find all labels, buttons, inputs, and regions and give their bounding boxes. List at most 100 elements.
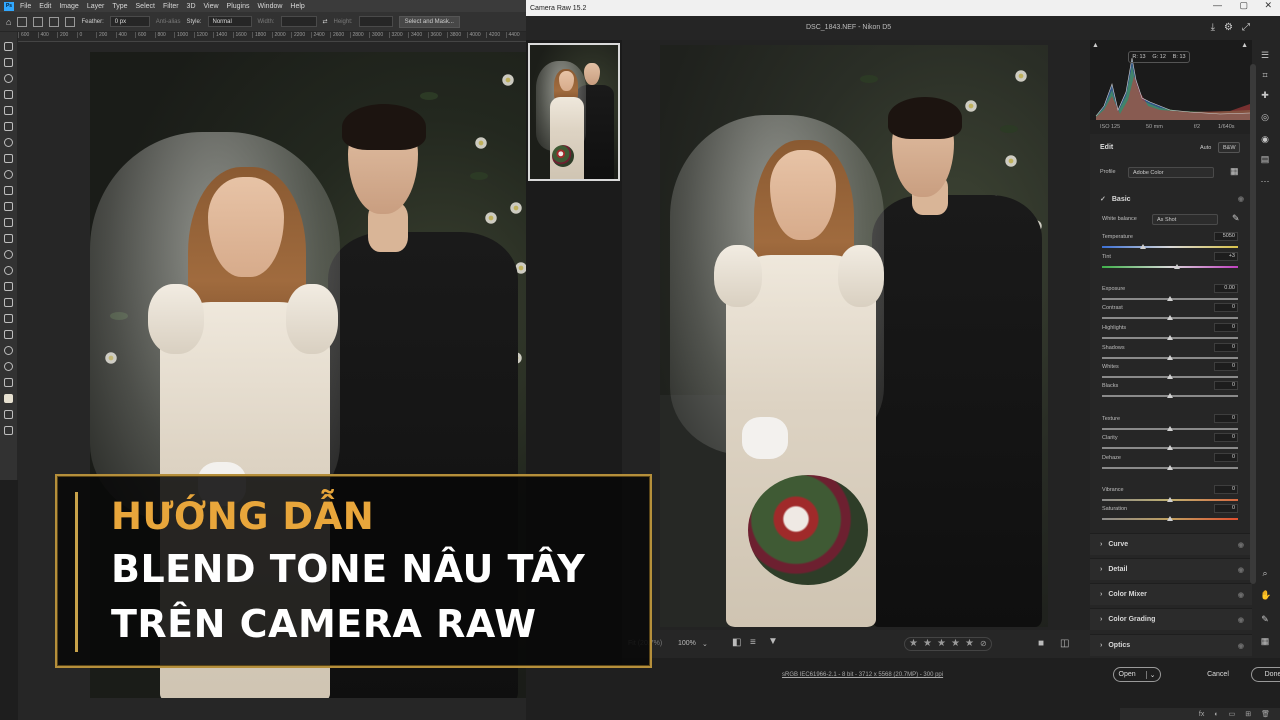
slider-handle[interactable] xyxy=(1139,244,1146,249)
folder-icon[interactable]: ▭ xyxy=(1229,710,1236,718)
section-detail[interactable]: › Detail ◉ xyxy=(1090,558,1252,580)
crop-icon[interactable]: ⌗ xyxy=(1260,70,1270,80)
crop-tool-icon[interactable] xyxy=(4,106,13,115)
menu-view[interactable]: View xyxy=(204,3,219,10)
preview-area[interactable] xyxy=(622,40,1090,630)
blur-tool-icon[interactable] xyxy=(4,250,13,259)
slider-handle[interactable] xyxy=(1167,497,1173,502)
filter-icon[interactable]: ▼ xyxy=(768,636,778,647)
style-select[interactable]: Normal xyxy=(207,16,252,27)
brush-tool-icon[interactable] xyxy=(4,170,13,179)
home-icon[interactable]: ⌂ xyxy=(6,17,11,27)
stamp-tool-icon[interactable] xyxy=(4,186,13,195)
section-color-grading[interactable]: › Color Grading ◉ xyxy=(1090,608,1252,630)
slider-handle[interactable] xyxy=(1167,465,1173,470)
lasso-tool-icon[interactable] xyxy=(4,74,13,83)
bw-button[interactable]: B&W xyxy=(1218,142,1240,153)
healing-icon[interactable]: ✚ xyxy=(1260,90,1270,100)
rating-star[interactable]: ★ xyxy=(909,638,918,649)
edit-sliders-icon[interactable]: ☰ xyxy=(1260,50,1270,60)
slider-highlights[interactable]: Highlights 0 xyxy=(1102,323,1238,345)
eyedropper-tool-icon[interactable] xyxy=(4,138,13,147)
slider-blacks[interactable]: Blacks 0 xyxy=(1102,381,1238,403)
rating-star[interactable]: ★ xyxy=(951,638,960,649)
slider-value-input[interactable]: 0 xyxy=(1214,414,1238,423)
slider-handle[interactable] xyxy=(1167,516,1173,521)
add-selection-icon[interactable] xyxy=(49,16,60,27)
foreground-color-swatch[interactable] xyxy=(4,394,13,403)
menu-3d[interactable]: 3D xyxy=(187,3,196,10)
more-tools-icon[interactable] xyxy=(4,378,13,387)
height-input[interactable] xyxy=(358,16,393,27)
slider-value-input[interactable]: 0 xyxy=(1214,381,1238,390)
sort-icon[interactable]: ≡ xyxy=(750,637,756,648)
auto-button[interactable]: Auto xyxy=(1196,142,1216,153)
section-curve[interactable]: › Curve ◉ xyxy=(1090,533,1252,555)
slider-handle[interactable] xyxy=(1167,445,1173,450)
profile-browser-icon[interactable]: ▦ xyxy=(1230,166,1239,177)
menu-edit[interactable]: Edit xyxy=(39,3,51,10)
menu-filter[interactable]: Filter xyxy=(163,3,179,10)
adjust-icon[interactable]: ◐ xyxy=(1214,711,1218,718)
zoom-icon[interactable]: ⌕ xyxy=(1260,568,1270,578)
profile-select[interactable]: Adobe Color xyxy=(1128,167,1214,178)
open-button[interactable]: Open ⌄ xyxy=(1113,667,1161,682)
save-icon[interactable]: ⤓ xyxy=(1211,22,1215,33)
feather-input[interactable]: 0 px xyxy=(109,16,150,27)
red-eye-icon[interactable]: ◉ xyxy=(1260,134,1270,144)
eye-icon[interactable]: ◉ xyxy=(1238,616,1244,624)
eraser-tool-icon[interactable] xyxy=(4,218,13,227)
rating-star[interactable]: ★ xyxy=(923,638,932,649)
slider-value-input[interactable]: +3 xyxy=(1214,252,1238,261)
fx-icon[interactable]: fx xyxy=(1199,711,1204,718)
eye-icon[interactable]: ◉ xyxy=(1238,566,1244,574)
history-brush-icon[interactable] xyxy=(4,202,13,211)
menu-select[interactable]: Select xyxy=(136,3,155,10)
add-layer-icon[interactable]: ⊞ xyxy=(1245,710,1251,718)
close-icon[interactable]: ✕ xyxy=(1264,0,1272,11)
highlight-clipping-icon[interactable]: ▲ xyxy=(1241,42,1248,49)
type-tool-icon[interactable] xyxy=(4,298,13,307)
eye-icon[interactable]: ◉ xyxy=(1238,591,1244,599)
new-selection-icon[interactable] xyxy=(33,16,44,27)
frame-tool-icon[interactable] xyxy=(4,122,13,131)
hand-tool-icon[interactable] xyxy=(4,346,13,355)
slider-track[interactable] xyxy=(1102,246,1238,248)
move-tool-icon[interactable] xyxy=(4,42,13,51)
menu-help[interactable]: Help xyxy=(290,3,304,10)
zoom-dropdown-icon[interactable]: ⌄ xyxy=(702,640,708,648)
zoom-100-button[interactable]: 100% xyxy=(678,640,696,647)
cancel-button[interactable]: Cancel xyxy=(1196,667,1240,682)
slider-handle[interactable] xyxy=(1167,426,1173,431)
eyedropper-icon[interactable]: ✎ xyxy=(1232,213,1240,224)
subtract-selection-icon[interactable] xyxy=(65,16,76,27)
marquee-tool-icon[interactable] xyxy=(4,58,13,67)
shadow-clipping-icon[interactable]: ▲ xyxy=(1092,42,1099,49)
slider-handle[interactable] xyxy=(1167,355,1173,360)
masking-icon[interactable]: ◎ xyxy=(1260,112,1270,122)
single-view-icon[interactable]: ■ xyxy=(1038,638,1044,649)
menu-type[interactable]: Type xyxy=(112,3,127,10)
zoom-tool-icon[interactable] xyxy=(4,362,13,371)
slider-clarity[interactable]: Clarity 0 xyxy=(1102,433,1238,455)
trash-icon[interactable]: 🗑 xyxy=(1261,710,1270,718)
pen-tool-icon[interactable] xyxy=(4,282,13,291)
eye-icon[interactable]: ◉ xyxy=(1238,541,1244,549)
maximize-icon[interactable]: ▢ xyxy=(1239,0,1248,11)
slider-value-input[interactable]: 5050 xyxy=(1214,232,1238,241)
slider-temperature[interactable]: Temperature 5050 xyxy=(1102,232,1238,254)
slider-handle[interactable] xyxy=(1167,296,1173,301)
compare-view-icon[interactable]: ◫ xyxy=(1060,638,1069,649)
menu-file[interactable]: File xyxy=(20,3,31,10)
slider-value-input[interactable]: 0 xyxy=(1214,433,1238,442)
sampler-icon[interactable]: ✎ xyxy=(1260,614,1270,624)
rating-star[interactable]: ★ xyxy=(965,638,974,649)
gradient-tool-icon[interactable] xyxy=(4,234,13,243)
workflow-options-link[interactable]: sRGB IEC61966-2.1 - 8 bit - 3712 x 5568 … xyxy=(782,672,943,678)
marquee-tool-icon[interactable] xyxy=(17,16,28,27)
quick-select-tool-icon[interactable] xyxy=(4,90,13,99)
panel-scrollbar[interactable] xyxy=(1250,64,1256,584)
section-basic[interactable]: ✓ Basic ◉ xyxy=(1090,188,1252,210)
eye-icon[interactable]: ◉ xyxy=(1238,195,1244,203)
slider-saturation[interactable]: Saturation 0 xyxy=(1102,504,1238,526)
